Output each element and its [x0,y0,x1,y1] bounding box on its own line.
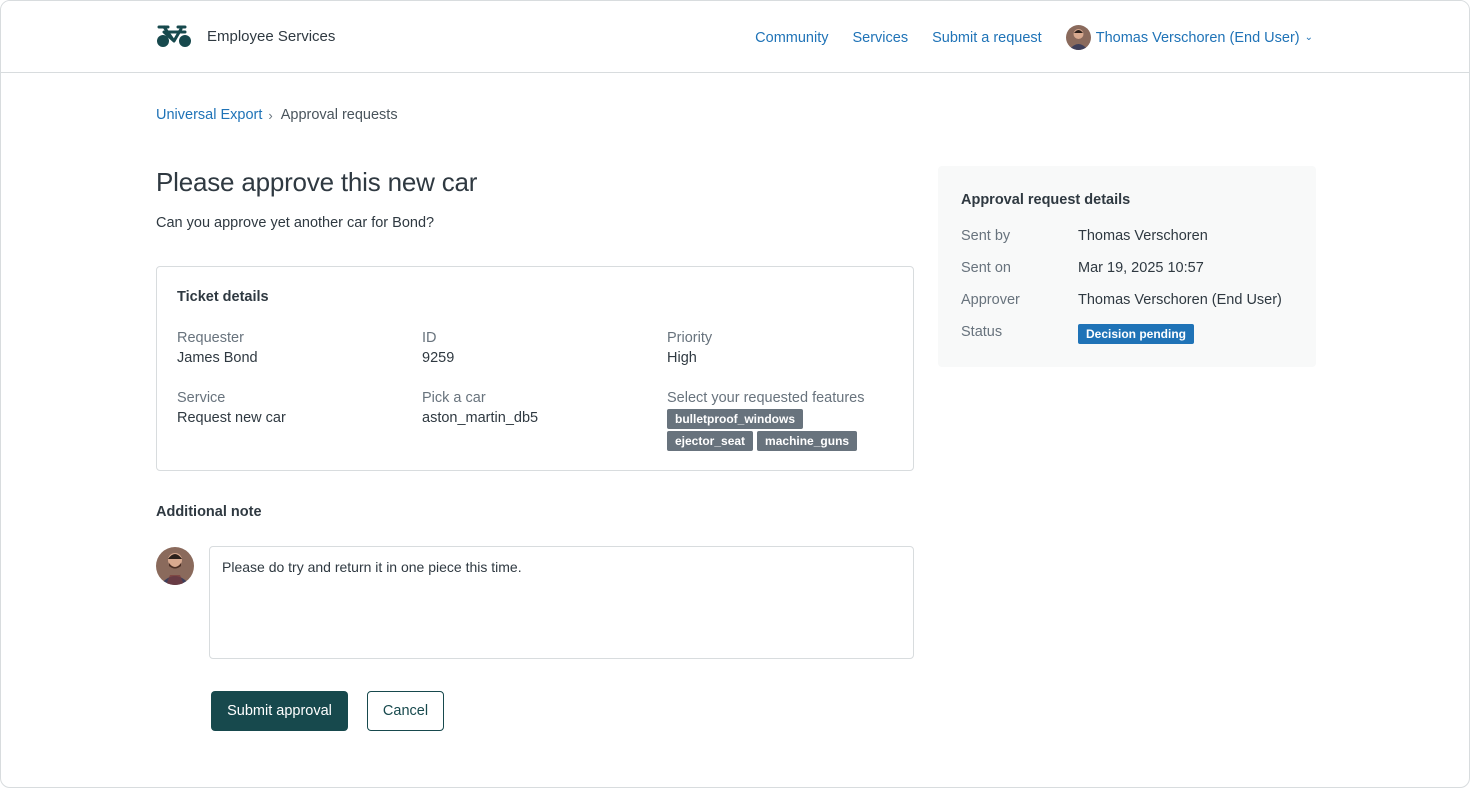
additional-note-heading: Additional note [156,504,262,520]
breadcrumb-current: Approval requests [280,107,398,123]
id-value: 9259 [422,350,455,366]
requester-label: Requester [177,330,244,346]
ticket-details-heading: Ticket details [177,289,269,305]
field-priority: Priority High [667,328,712,368]
requester-value: James Bond [177,350,258,366]
approver-value: Thomas Verschoren (End User) [1078,292,1282,308]
commenter-avatar [156,547,194,585]
approval-details-panel: Approval request details Sent by Thomas … [938,166,1316,367]
nav-submit-request[interactable]: Submit a request [932,30,1042,46]
priority-label: Priority [667,330,713,346]
approver-label: Approver [961,292,1020,308]
breadcrumb-parent[interactable]: Universal Export [156,107,262,123]
user-avatar [1065,25,1091,50]
feature-tags: bulletproof_windows ejector_seat machine… [667,409,877,453]
top-nav: Community Services Submit a request Thom… [755,25,1313,50]
car-label: Pick a car [422,390,486,406]
row-approver: Approver Thomas Verschoren (End User) [961,292,1282,308]
sent-by-value: Thomas Verschoren [1078,228,1208,244]
app-window: Employee Services Community Services Sub… [0,0,1470,788]
feature-tag: machine_guns [757,431,858,451]
brand-name: Employee Services [207,27,336,45]
sent-on-value: Mar 19, 2025 10:57 [1078,260,1204,276]
nav-community[interactable]: Community [755,30,828,46]
bicycle-logo-icon [157,25,191,47]
ticket-details-card: Ticket details Requester James Bond ID 9… [156,266,914,471]
submit-approval-button[interactable]: Submit approval [211,691,348,731]
approval-details-heading: Approval request details [961,192,1131,208]
row-sent-on: Sent on Mar 19, 2025 10:57 [961,260,1204,276]
chevron-down-icon: ⌄ [1304,32,1313,43]
priority-value: High [667,350,697,366]
cancel-button[interactable]: Cancel [367,691,444,731]
feature-tag: bulletproof_windows [667,409,803,429]
page-description: Can you approve yet another car for Bond… [156,215,435,231]
additional-note-input[interactable]: Please do try and return it in one piece… [209,546,914,659]
page-title: Please approve this new car [156,167,478,197]
breadcrumb: Universal Export › Approval requests [156,107,398,123]
status-label: Status [961,324,1003,340]
nav-services[interactable]: Services [852,30,908,46]
user-menu[interactable]: Thomas Verschoren (End User) ⌄ [1065,25,1313,50]
field-id: ID 9259 [422,328,454,368]
features-label: Select your requested features [667,390,865,406]
field-car: Pick a car aston_martin_db5 [422,388,538,428]
brand[interactable]: Employee Services [156,23,335,49]
field-requester: Requester James Bond [177,328,258,368]
service-value: Request new car [177,410,286,426]
chevron-right-icon: › [268,107,273,123]
service-label: Service [177,390,226,406]
feature-tag: ejector_seat [667,431,754,451]
car-value: aston_martin_db5 [422,410,539,426]
row-status: Status Decision pending [961,324,1195,344]
status-badge: Decision pending [1078,324,1195,344]
top-header: Employee Services Community Services Sub… [1,1,1469,73]
id-label: ID [422,330,437,346]
sent-on-label: Sent on [961,260,1011,276]
field-service: Service Request new car [177,388,286,428]
sent-by-label: Sent by [961,228,1011,244]
user-name: Thomas Verschoren (End User) [1095,29,1300,46]
field-features: Select your requested features bulletpro… [667,388,877,453]
row-sent-by: Sent by Thomas Verschoren [961,228,1208,244]
